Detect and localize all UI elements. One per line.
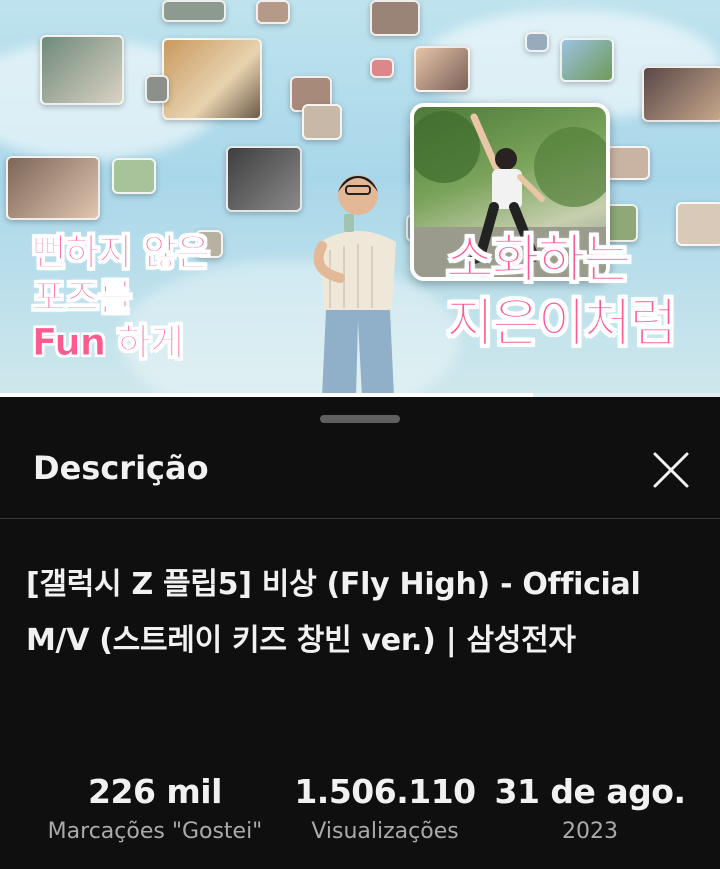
close-icon xyxy=(653,452,689,488)
photo-tile xyxy=(525,32,549,52)
video-title: [갤럭시 Z 플립5] 비상 (Fly High) - Official M/V… xyxy=(26,567,641,658)
man-figure xyxy=(313,175,396,397)
caption-left-line: 뻔하지 않은 xyxy=(31,231,210,275)
stats-row: 226 mil Marcações "Gostei" 1.506.110 Vis… xyxy=(0,769,720,869)
description-sheet: Descrição [갤럭시 Z 플립5] 비상 (Fly High) - Of… xyxy=(0,397,720,869)
photo-tile xyxy=(145,75,169,103)
photo-tile xyxy=(560,38,614,82)
drag-handle[interactable] xyxy=(320,415,400,423)
caption-right-line: 소화하는 xyxy=(445,230,631,291)
likes-count: 226 mil xyxy=(88,772,222,811)
caption-left-line: 포즈를 xyxy=(31,276,132,320)
sheet-title: Descrição xyxy=(33,449,209,487)
caption-right: 소화하는 지은이처럼 xyxy=(445,228,677,356)
photo-tile xyxy=(370,0,420,36)
views-label: Visualizações xyxy=(311,819,459,844)
close-button[interactable] xyxy=(648,447,694,493)
photo-tile xyxy=(256,0,290,24)
views-stat: 1.506.110 Visualizações xyxy=(290,769,480,844)
photo-tile xyxy=(112,158,156,194)
caption-right-line: 지은이처럼 xyxy=(445,294,677,355)
likes-stat: 226 mil Marcações "Gostei" xyxy=(30,769,280,844)
photo-tile xyxy=(370,58,394,78)
photo-tile xyxy=(226,146,302,212)
date-stat: 31 de ago. 2023 xyxy=(490,769,690,844)
photo-tile xyxy=(414,46,470,92)
photo-tile xyxy=(606,146,650,180)
caption-left-line: Fun 하게 xyxy=(31,321,184,365)
photo-tile xyxy=(676,202,720,246)
likes-label: Marcações "Gostei" xyxy=(47,819,263,844)
photo-tile xyxy=(162,38,262,120)
upload-year: 2023 xyxy=(562,819,618,844)
views-count: 1.506.110 xyxy=(294,772,476,811)
video-player[interactable]: 뻔하지 않은 포즈를 Fun 하게 소화하는 지은이처럼 xyxy=(0,0,720,397)
photo-tile xyxy=(40,35,124,105)
divider xyxy=(0,518,720,519)
caption-left: 뻔하지 않은 포즈를 Fun 하게 xyxy=(31,230,210,365)
photo-tile xyxy=(302,104,342,140)
photo-tile xyxy=(6,156,100,220)
photo-tile xyxy=(162,0,226,22)
upload-date: 31 de ago. xyxy=(494,772,686,811)
photo-tile xyxy=(642,66,720,122)
